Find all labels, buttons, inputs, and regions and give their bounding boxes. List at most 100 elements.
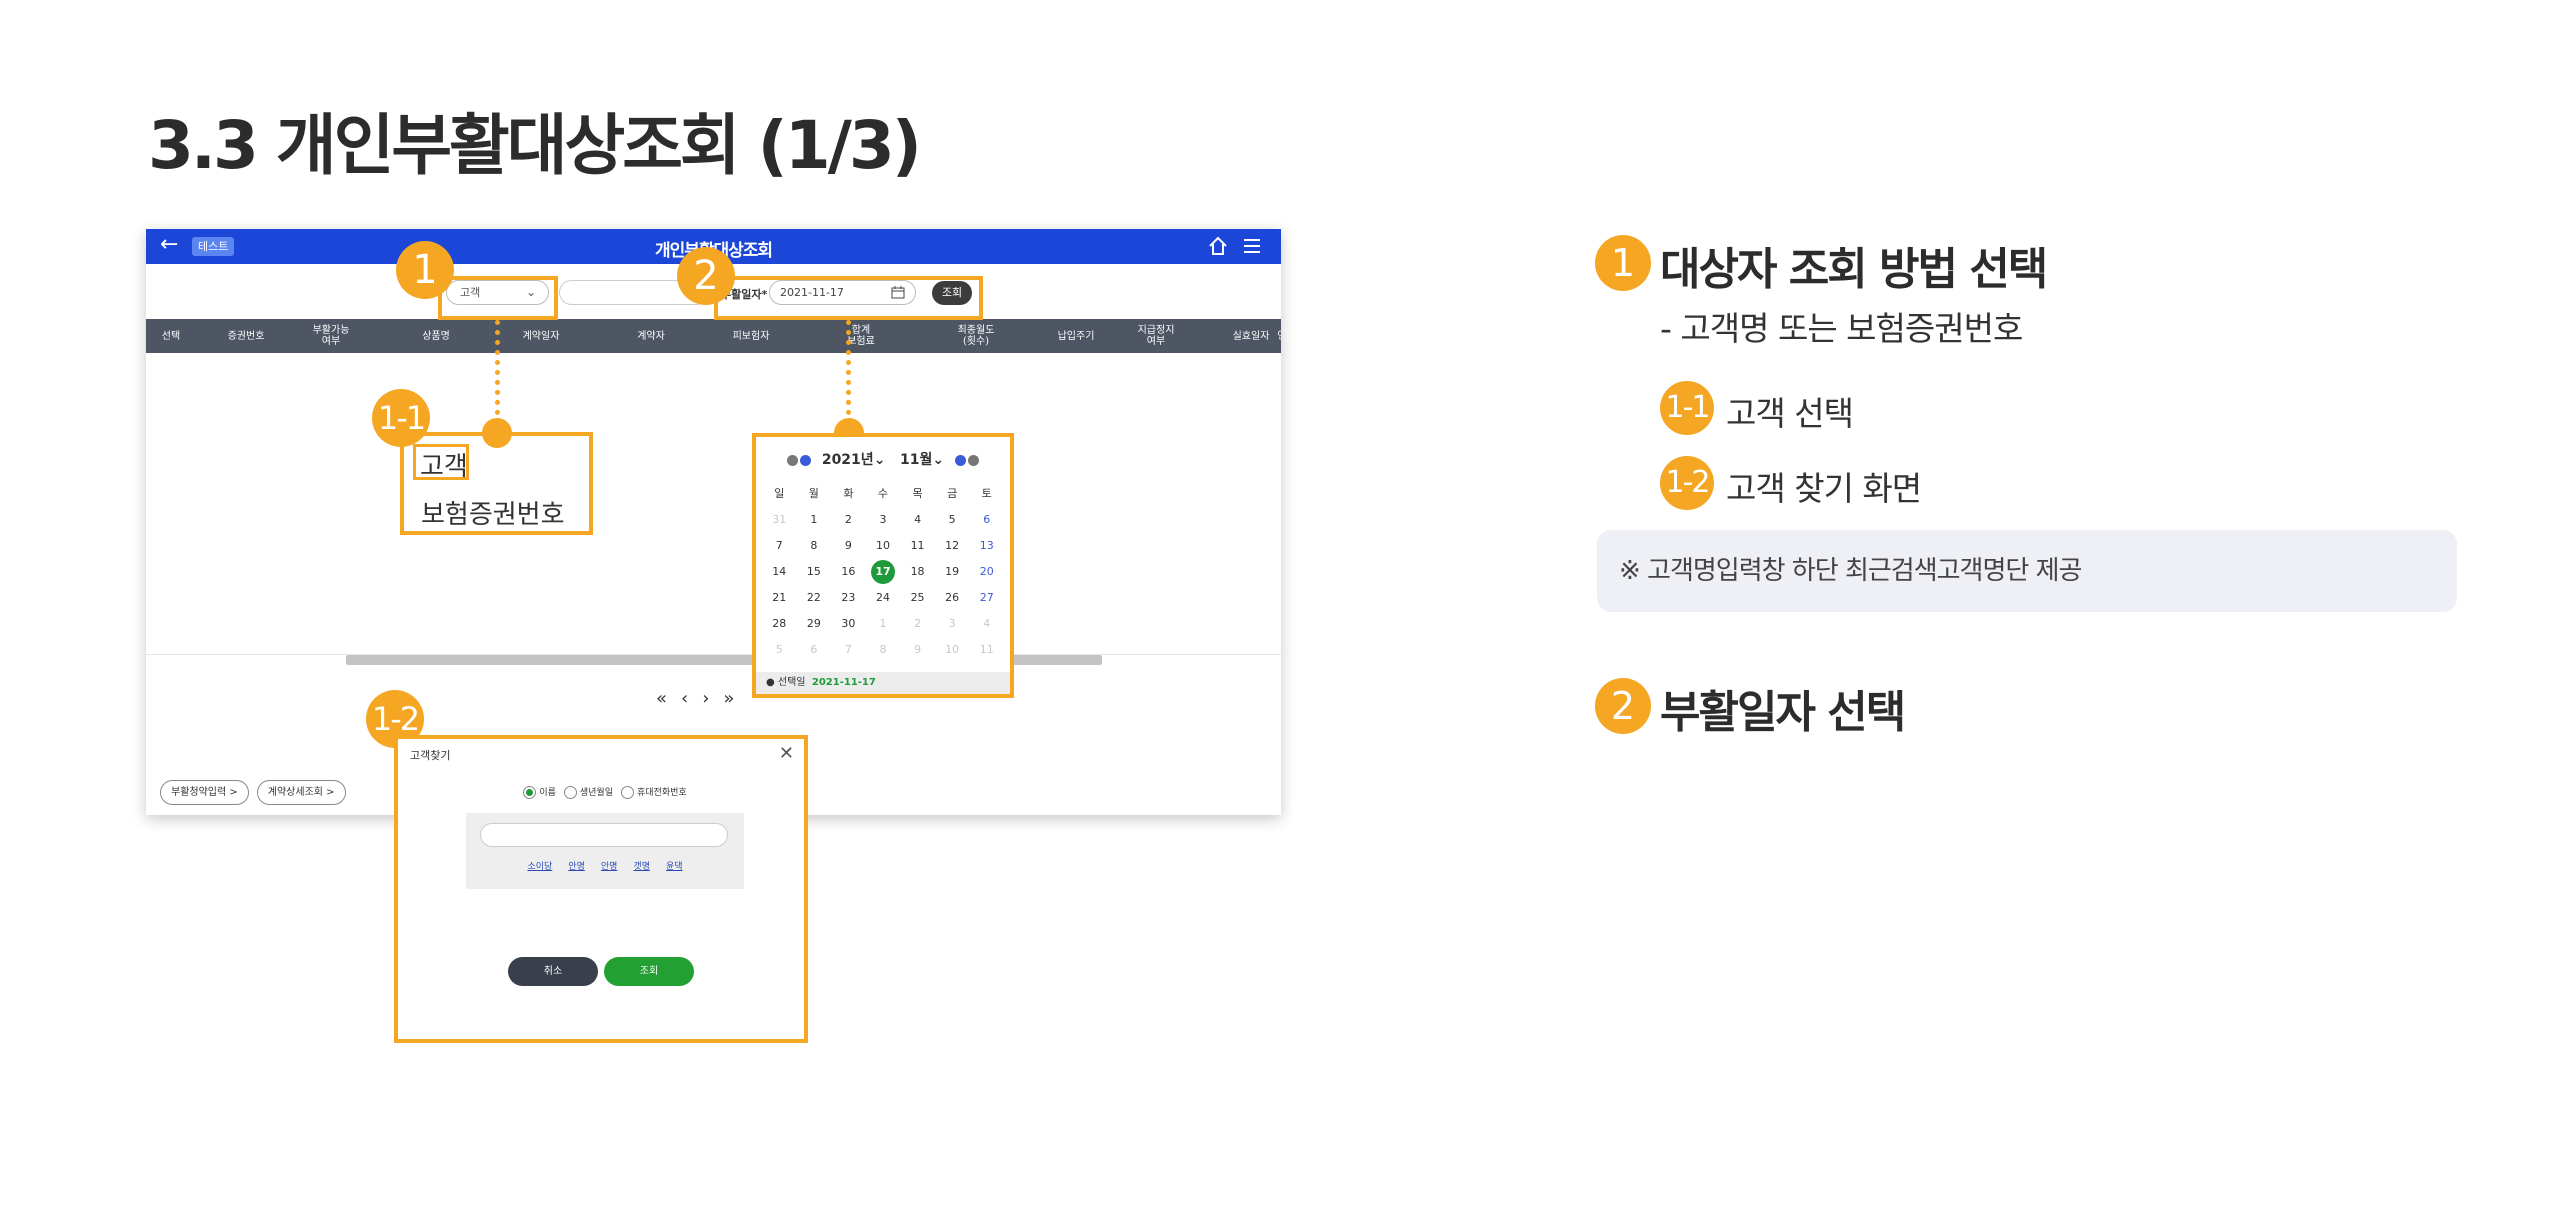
calendar-day[interactable]: 17 xyxy=(866,559,901,585)
calendar-day[interactable]: 5 xyxy=(762,637,797,663)
next-year-icon[interactable] xyxy=(967,454,979,466)
prev-year-icon[interactable] xyxy=(787,454,799,466)
calendar-day[interactable]: 8 xyxy=(866,637,901,663)
calendar-day[interactable]: 15 xyxy=(797,559,832,585)
calendar-day[interactable]: 6 xyxy=(969,507,1004,533)
calendar-day[interactable]: 7 xyxy=(762,533,797,559)
slide: 3.3 개인부활대상조회 (1/3) ← 테스트 개인부활대상조회 고객⌄ 부활… xyxy=(0,0,2560,1226)
desc-badge-1-2: 1-2 xyxy=(1660,456,1714,510)
selected-date-label: 선택일 xyxy=(777,677,806,688)
calendar-day[interactable]: 5 xyxy=(935,507,970,533)
radio-button[interactable] xyxy=(523,786,537,799)
weekday-label: 일 xyxy=(774,487,785,500)
calendar-day[interactable]: 10 xyxy=(935,637,970,663)
close-icon[interactable]: ✕ xyxy=(779,743,794,764)
column-header: 지급정지 여부 xyxy=(1137,325,1175,347)
calendar-day[interactable]: 18 xyxy=(900,559,935,585)
calendar-grid: 일 월 화 수 목 금 토 31 1 2 3 4 5 6 7 8 9 10 11 12 13 14 15 16 17 18 19 20… xyxy=(762,481,1004,663)
home-icon[interactable] xyxy=(1207,235,1229,257)
radio-button[interactable] xyxy=(563,786,577,799)
calendar-day[interactable]: 21 xyxy=(762,585,797,611)
recent-customer-link[interactable]: 갯명 xyxy=(633,862,650,872)
recent-customer-link[interactable]: 안명 xyxy=(568,862,585,872)
calendar-day[interactable]: 3 xyxy=(935,611,970,637)
calendar-day[interactable]: 20 xyxy=(969,559,1004,585)
calendar-day[interactable]: 19 xyxy=(935,559,970,585)
calendar-day[interactable]: 1 xyxy=(866,611,901,637)
callout-badge-2: 2 xyxy=(677,247,735,305)
calendar-day[interactable]: 22 xyxy=(797,585,832,611)
calendar-day[interactable]: 9 xyxy=(900,637,935,663)
connector-line-1-1 xyxy=(495,320,500,425)
calendar-day[interactable]: 14 xyxy=(762,559,797,585)
calendar-day[interactable]: 23 xyxy=(831,585,866,611)
calendar-day[interactable]: 3 xyxy=(866,507,901,533)
hamburger-menu-icon[interactable] xyxy=(1241,235,1263,257)
date-picker: 2021년⌄ 11월⌄ 일 월 화 수 목 금 토 31 1 2 3 4 5 6 7 8 9 10 11 12 13 14… xyxy=(752,433,1014,698)
calendar-day[interactable]: 28 xyxy=(762,611,797,637)
search-panel: 소이당 안명 안명 갯명 윤댁 xyxy=(466,813,744,889)
prev-month-icon[interactable] xyxy=(800,454,812,466)
callout-box-date xyxy=(714,276,983,320)
radio-label: 생년월일 xyxy=(579,788,613,798)
calendar-day[interactable]: 26 xyxy=(935,585,970,611)
column-header: 계약일자 xyxy=(522,330,560,342)
column-header: 계약자 xyxy=(637,330,665,342)
pager-icon[interactable]: « xyxy=(656,688,667,709)
column-header: 피보험자 xyxy=(732,330,770,342)
recent-customers: 소이당 안명 안명 갯명 윤댁 xyxy=(466,859,744,872)
option-policy-number[interactable]: 보험증권번호 xyxy=(421,494,565,531)
desc-note: ※ 고객명입력창 하단 최근검색고객명단 제공 xyxy=(1597,530,2457,612)
pager-icon[interactable]: › xyxy=(702,688,709,709)
pager-icon[interactable]: » xyxy=(723,688,734,709)
calendar-day[interactable]: 9 xyxy=(831,533,866,559)
calendar-day[interactable]: 4 xyxy=(969,611,1004,637)
recent-customer-link[interactable]: 윤댁 xyxy=(666,862,683,872)
desc-title-2: 부활일자 선택 xyxy=(1660,687,1906,738)
recent-customer-link[interactable]: 안명 xyxy=(601,862,618,872)
radio-label: 이름 xyxy=(539,788,556,798)
calendar-day[interactable]: 11 xyxy=(900,533,935,559)
radio-button[interactable] xyxy=(621,786,634,799)
calendar-year[interactable]: 2021년 xyxy=(822,452,874,468)
column-header: 합계 보험료 xyxy=(847,325,875,347)
calendar-day[interactable]: 8 xyxy=(797,533,832,559)
cancel-button[interactable]: 취소 xyxy=(508,957,598,986)
calendar-header: 2021년⌄ 11월⌄ xyxy=(756,449,1010,469)
calendar-day[interactable]: 12 xyxy=(935,533,970,559)
bottom-button[interactable]: 계약상세조회 > xyxy=(256,780,346,805)
calendar-day[interactable]: 25 xyxy=(900,585,935,611)
calendar-day[interactable]: 31 xyxy=(762,507,797,533)
callout-box-customer-select xyxy=(438,276,558,320)
weekday-label: 토 xyxy=(981,487,992,500)
bottom-buttons: 부활청약입력 > 계약상세조회 > xyxy=(160,780,346,805)
calendar-day[interactable]: 13 xyxy=(969,533,1004,559)
next-month-icon[interactable] xyxy=(954,454,966,466)
calendar-day[interactable]: 6 xyxy=(797,637,832,663)
customer-name-input[interactable] xyxy=(480,823,728,847)
pager-icon[interactable]: ‹ xyxy=(681,688,688,709)
desc-sub-1: - 고객명 또는 보험증권번호 xyxy=(1660,309,2023,348)
recent-customer-link[interactable]: 소이당 xyxy=(527,862,552,872)
calendar-day[interactable]: 1 xyxy=(797,507,832,533)
calendar-day[interactable]: 27 xyxy=(969,585,1004,611)
calendar-day[interactable]: 2 xyxy=(900,611,935,637)
calendar-day[interactable]: 4 xyxy=(900,507,935,533)
calendar-day[interactable]: 7 xyxy=(831,637,866,663)
desc-text-1-1: 고객 선택 xyxy=(1726,394,1854,433)
option-customer[interactable]: 고객 xyxy=(420,446,468,483)
calendar-month[interactable]: 11월 xyxy=(900,452,932,468)
calendar-day[interactable]: 29 xyxy=(797,611,832,637)
calendar-day[interactable]: 30 xyxy=(831,611,866,637)
calendar-day[interactable]: 24 xyxy=(866,585,901,611)
calendar-day[interactable]: 11 xyxy=(969,637,1004,663)
calendar-day[interactable]: 16 xyxy=(831,559,866,585)
selected-date-value: 2021-11-17 xyxy=(811,677,876,688)
calendar-day[interactable]: 10 xyxy=(866,533,901,559)
calendar-day[interactable]: 2 xyxy=(831,507,866,533)
desc-badge-1-1: 1-1 xyxy=(1660,381,1714,435)
confirm-search-button[interactable]: 조회 xyxy=(604,957,694,986)
radio-label: 휴대전화번호 xyxy=(637,788,687,798)
column-header: 납입주기 xyxy=(1057,330,1095,342)
bottom-button[interactable]: 부활청약입력 > xyxy=(160,780,249,805)
